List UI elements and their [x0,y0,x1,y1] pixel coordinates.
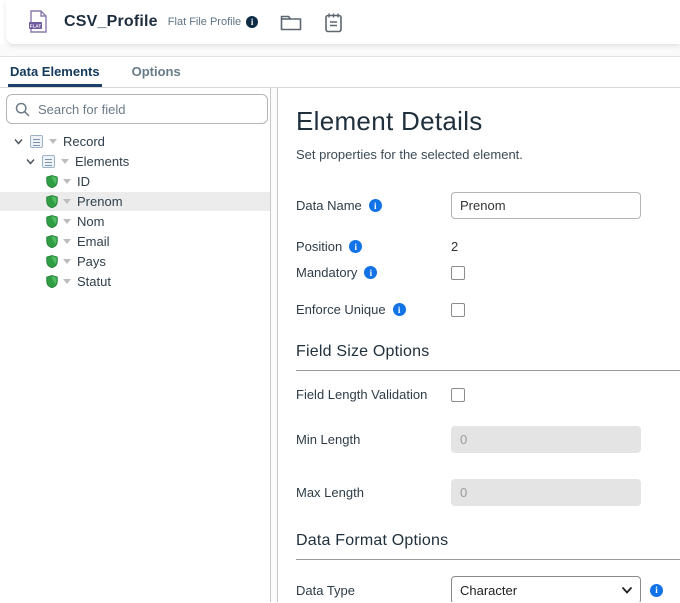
element-shield-icon [46,235,58,248]
data-type-select[interactable]: Character [451,576,641,602]
field-size-options-heading: Field Size Options [296,343,680,371]
tab-options[interactable]: Options [130,58,183,87]
search-input[interactable] [38,102,259,117]
data-name-label: Data Name i [296,198,451,213]
node-menu-caret-icon[interactable] [49,139,57,144]
tree-node-email[interactable]: Email [0,232,270,251]
profile-title: CSV_Profile [64,13,158,31]
tab-data-elements[interactable]: Data Elements [8,58,102,87]
record-icon [42,155,55,168]
flat-badge-text: FLAT [30,23,42,28]
data-type-info-icon[interactable]: i [650,584,663,597]
element-details-panel: Element Details Set properties for the s… [278,88,680,602]
mandatory-label: Mandatory i [296,265,451,280]
notes-button[interactable] [324,12,343,33]
node-menu-caret-icon[interactable] [63,279,71,284]
node-menu-caret-icon[interactable] [63,239,71,244]
enforce-unique-checkbox[interactable] [451,303,465,317]
enforce-unique-info-icon[interactable]: i [393,303,406,316]
details-subheading: Set properties for the selected element. [296,147,680,162]
header-gap-band [0,44,680,57]
max-length-input[interactable] [451,479,641,506]
node-menu-caret-icon[interactable] [61,159,69,164]
max-length-label: Max Length [296,485,451,500]
tree-node-label[interactable]: Pays [77,254,106,269]
position-value: 2 [451,239,458,254]
tree-node-pays[interactable]: Pays [0,252,270,271]
profile-header: FLAT CSV_Profile Flat File Profile i [6,0,680,44]
chevron-down-icon[interactable] [25,156,37,168]
mandatory-checkbox[interactable] [451,266,465,280]
tree-node-label[interactable]: Elements [75,154,129,169]
tree-node-statut[interactable]: Statut [0,272,270,291]
flat-file-profile-icon: FLAT [28,10,48,34]
mandatory-info-icon[interactable]: i [364,266,377,279]
profile-type-label: Flat File Profile [168,16,241,28]
field-search-box[interactable] [6,94,268,124]
profile-tabs: Data Elements Options [0,57,680,88]
data-format-options-heading: Data Format Options [296,532,680,560]
node-menu-caret-icon[interactable] [63,199,71,204]
element-shield-icon [46,195,58,208]
position-info-icon[interactable]: i [349,240,362,253]
record-icon [30,135,43,148]
data-name-input[interactable] [451,192,641,219]
node-menu-caret-icon[interactable] [63,219,71,224]
min-length-input[interactable] [451,426,641,453]
tree-node-elements[interactable]: Elements [0,152,270,171]
details-heading: Element Details [296,106,680,137]
folder-icon [280,13,302,31]
field-length-validation-checkbox[interactable] [451,388,465,402]
tree-node-label[interactable]: Prenom [77,194,123,209]
data-name-info-icon[interactable]: i [369,199,382,212]
tree-node-label[interactable]: Statut [77,274,111,289]
position-label: Position i [296,239,451,254]
data-elements-panel: Record Elements ID [0,88,270,602]
enforce-unique-label: Enforce Unique i [296,302,451,317]
element-tree: Record Elements ID [0,132,270,291]
element-shield-icon [46,215,58,228]
tree-node-label[interactable]: Email [77,234,110,249]
min-length-label: Min Length [296,432,451,447]
tree-node-prenom[interactable]: Prenom [0,192,270,211]
tree-node-label[interactable]: Nom [77,214,104,229]
tree-node-id[interactable]: ID [0,172,270,191]
tree-node-label[interactable]: Record [63,134,105,149]
folder-button[interactable] [280,13,302,31]
element-shield-icon [46,255,58,268]
panel-scrollbar[interactable] [270,88,278,602]
notepad-icon [324,12,343,33]
element-shield-icon [46,275,58,288]
node-menu-caret-icon[interactable] [63,179,71,184]
tree-node-nom[interactable]: Nom [0,212,270,231]
chevron-down-icon[interactable] [13,136,25,148]
field-length-validation-label: Field Length Validation [296,387,451,402]
data-type-label: Data Type [296,583,451,598]
element-shield-icon [46,175,58,188]
profile-info-icon[interactable]: i [246,16,258,28]
tree-node-record[interactable]: Record [0,132,270,151]
node-menu-caret-icon[interactable] [63,259,71,264]
search-icon [15,102,30,117]
tree-node-label[interactable]: ID [77,174,90,189]
